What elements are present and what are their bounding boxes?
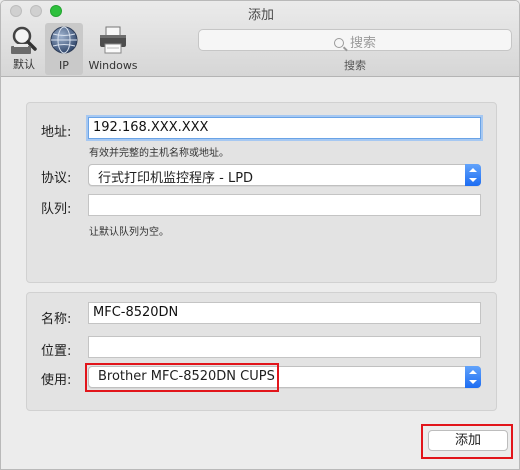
queue-field[interactable]: [88, 194, 481, 216]
search-icon: [333, 38, 344, 48]
protocol-select[interactable]: 行式打印机监控程序 - LPD: [88, 164, 481, 186]
globe-icon: [50, 26, 78, 54]
location-field[interactable]: [88, 336, 481, 358]
add-button-highlight-box: [421, 424, 513, 459]
chevron-up-down-icon: [465, 164, 481, 186]
queue-label: 队列:: [41, 202, 72, 217]
toolbar-default-button[interactable]: 默认: [5, 23, 43, 75]
queue-hint: 让默认队列为空。: [89, 227, 169, 238]
search-input[interactable]: 搜索: [198, 29, 512, 51]
toolbar-default-label: 默认: [13, 58, 35, 71]
toolbar-windows-label: Windows: [88, 59, 138, 72]
toolbar-windows-button[interactable]: Windows: [85, 23, 141, 75]
name-field[interactable]: MFC-8520DN: [88, 302, 481, 324]
toolbar-ip-button[interactable]: IP: [45, 23, 83, 75]
location-label: 位置:: [41, 344, 72, 359]
protocol-label: 协议:: [41, 171, 72, 186]
protocol-selected: 行式打印机监控程序 - LPD: [98, 171, 254, 186]
address-field[interactable]: 192.168.XXX.XXX: [88, 117, 481, 139]
search-label: 搜索: [344, 59, 366, 72]
window-title: 添加: [247, 8, 274, 23]
printer-icon: [100, 26, 126, 54]
driver-highlight-box: [85, 363, 279, 392]
address-label: 地址:: [41, 125, 72, 140]
add-printer-window: 添加 默认 IP Windows 搜索 搜索 地址: 192.168.XXX.X…: [0, 0, 520, 470]
use-label: 使用:: [41, 373, 72, 388]
toolbar: 添加 默认 IP Windows 搜索 搜索: [1, 1, 519, 77]
toolbar-ip-label: IP: [59, 59, 69, 72]
address-hint: 有效并完整的主机名称或地址。: [89, 148, 229, 159]
name-label: 名称:: [41, 312, 72, 327]
search-placeholder: 搜索: [199, 32, 511, 51]
magnifier-printer-icon: [11, 26, 37, 54]
chevron-up-down-icon: [465, 366, 481, 388]
